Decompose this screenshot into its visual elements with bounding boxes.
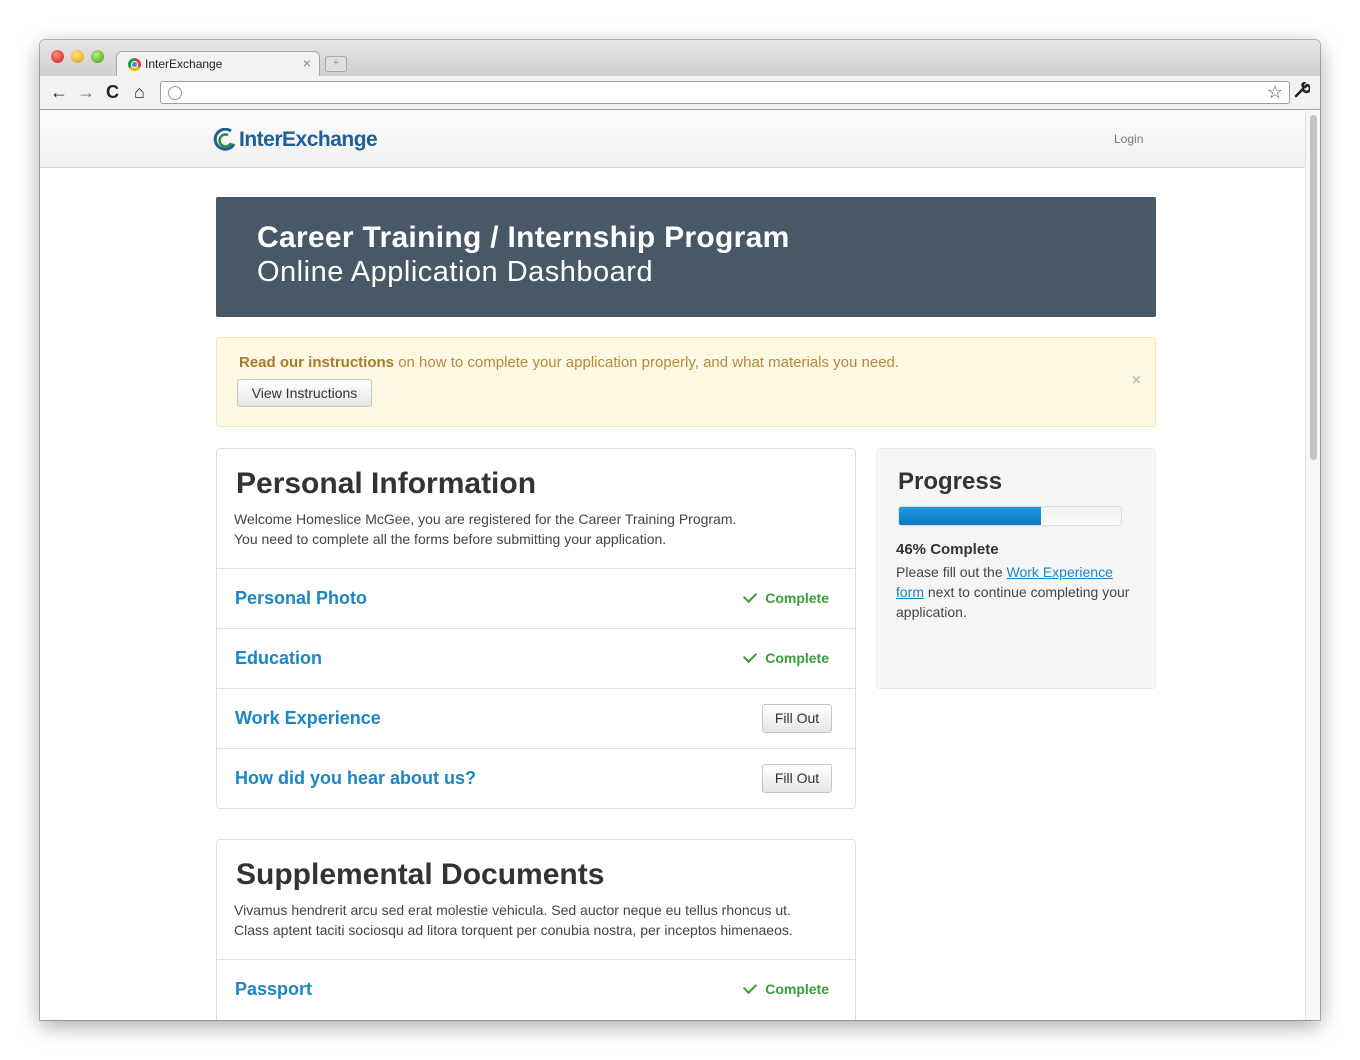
logo-text: InterExchange: [239, 128, 378, 151]
complete-status: Complete: [743, 588, 829, 606]
check-icon: [743, 648, 758, 664]
progress-percent-label: 46% Complete: [896, 541, 999, 558]
hero-banner: Career Training / Internship Program Onl…: [216, 197, 1156, 317]
vertical-scrollbar[interactable]: [1305, 111, 1320, 1020]
status-label: Complete: [765, 650, 829, 666]
address-bar[interactable]: ☆: [160, 81, 1290, 104]
description-line: You need to complete all the forms befor…: [234, 531, 667, 547]
fill-out-how-did-you-hear-button[interactable]: Fill Out: [762, 764, 832, 793]
personal-information-panel: Personal Information Welcome Homeslice M…: [216, 448, 856, 809]
tab-close-icon[interactable]: ×: [303, 55, 311, 71]
alert-message: Read our instructions on how to complete…: [239, 354, 899, 371]
zoom-window-button[interactable]: [91, 50, 104, 63]
progress-title: Progress: [898, 468, 1003, 495]
interexchange-logo[interactable]: InterExchange: [212, 125, 378, 155]
logo-swoosh-icon: [212, 127, 236, 152]
tab-title: InterExchange: [145, 57, 223, 71]
description-line: Welcome Homeslice McGee, you are registe…: [234, 511, 737, 527]
progress-bar: [898, 506, 1122, 526]
alert-text: on how to complete your application prop…: [394, 354, 900, 371]
supplemental-documents-panel: Supplemental Documents Vivamus hendrerit…: [216, 839, 856, 1020]
fill-out-work-experience-button[interactable]: Fill Out: [762, 704, 832, 733]
login-link[interactable]: Login: [1114, 132, 1143, 146]
supplemental-documents-description: Vivamus hendrerit arcu sed erat molestie…: [234, 900, 834, 940]
chrome-favicon-icon: [128, 58, 141, 71]
new-tab-button[interactable]: +: [325, 56, 347, 72]
form-row-work-experience: Work Experience Fill Out: [217, 689, 855, 749]
alert-close-icon[interactable]: ×: [1132, 372, 1141, 390]
check-icon: [743, 979, 758, 995]
scrollbar-thumb[interactable]: [1310, 115, 1317, 460]
education-link[interactable]: Education: [235, 648, 322, 669]
work-experience-link[interactable]: Work Experience: [235, 708, 381, 729]
description-line: Vivamus hendrerit arcu sed erat molestie…: [234, 902, 791, 918]
status-label: Complete: [765, 981, 829, 997]
site-header: InterExchange Login: [40, 111, 1305, 168]
page-viewport: InterExchange Login Career Training / In…: [40, 111, 1320, 1020]
personal-photo-link[interactable]: Personal Photo: [235, 588, 367, 609]
status-label: Complete: [765, 590, 829, 606]
hero-subtitle: Online Application Dashboard: [257, 256, 654, 288]
view-instructions-button[interactable]: View Instructions: [237, 379, 372, 407]
hero-title: Career Training / Internship Program: [257, 221, 790, 254]
forward-arrow-icon[interactable]: →: [77, 82, 95, 102]
form-row-passport: Passport Complete: [217, 960, 855, 1020]
complete-status: Complete: [743, 648, 829, 666]
check-icon: [743, 588, 758, 604]
how-did-you-hear-link[interactable]: How did you hear about us?: [235, 768, 476, 789]
form-row-how-did-you-hear: How did you hear about us? Fill Out: [217, 749, 855, 809]
progress-note-prefix: Please fill out the: [896, 564, 1007, 580]
back-arrow-icon[interactable]: ←: [50, 82, 68, 102]
supplemental-documents-header: Supplemental Documents Vivamus hendrerit…: [217, 840, 855, 960]
supplemental-documents-title: Supplemental Documents: [236, 858, 605, 891]
alert-strong: Read our instructions: [239, 354, 395, 371]
minimize-window-button[interactable]: [71, 50, 84, 63]
bookmark-star-icon[interactable]: ☆: [1267, 82, 1283, 103]
home-icon[interactable]: ⌂: [134, 82, 145, 102]
title-bar: InterExchange × +: [40, 40, 1320, 77]
progress-panel: Progress 46% Complete Please fill out th…: [876, 448, 1156, 689]
passport-link[interactable]: Passport: [235, 979, 312, 1000]
personal-information-header: Personal Information Welcome Homeslice M…: [217, 449, 855, 569]
instructions-alert: Read our instructions on how to complete…: [216, 337, 1156, 427]
form-row-personal-photo: Personal Photo Complete: [217, 569, 855, 629]
description-line: Class aptent taciti sociosqu ad litora t…: [234, 922, 793, 938]
close-window-button[interactable]: [51, 50, 64, 63]
personal-information-title: Personal Information: [236, 467, 537, 500]
globe-icon: [168, 86, 182, 100]
form-row-education: Education Complete: [217, 629, 855, 689]
personal-information-description: Welcome Homeslice McGee, you are registe…: [234, 509, 834, 549]
reload-icon[interactable]: C: [106, 82, 119, 102]
browser-window: InterExchange × + ← → C ⌂ ☆ InterExchang…: [40, 40, 1320, 1020]
progress-note: Please fill out the Work Experience form…: [896, 562, 1141, 622]
wrench-menu-icon[interactable]: [1294, 81, 1312, 103]
progress-bar-fill: [899, 507, 1042, 525]
browser-tab[interactable]: InterExchange ×: [116, 51, 320, 77]
progress-note-suffix: next to continue completing your applica…: [896, 584, 1130, 620]
browser-toolbar: ← → C ⌂ ☆: [40, 76, 1320, 110]
complete-status: Complete: [743, 979, 829, 997]
